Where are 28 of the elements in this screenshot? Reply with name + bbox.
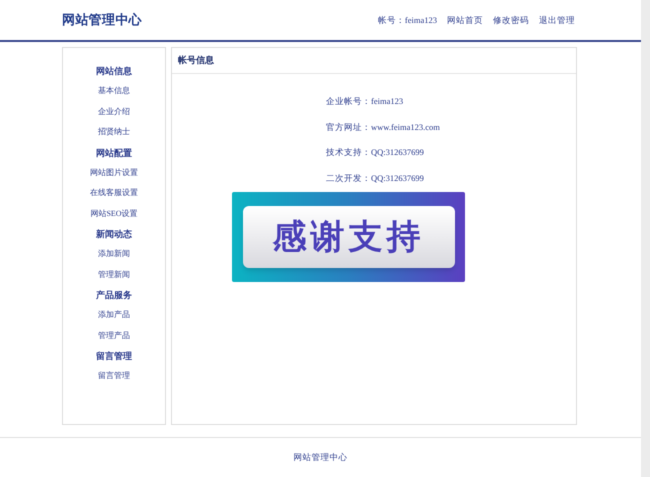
info-line: 官方网址：www.feima123.com [326,120,441,134]
info-line: 企业帐号：feima123 [326,95,404,108]
footer-text: 网站管理中心 [294,451,348,464]
sidebar-heading: 产品服务 [96,289,132,302]
sidebar-heading: 新闻动态 [96,228,132,241]
sidebar-item[interactable]: 留言管理 [98,366,130,386]
sidebar-item[interactable]: 招贤纳士 [98,122,130,142]
site-title: 网站管理中心 [62,11,142,30]
panel-title: 帐号信息 [178,54,214,67]
sidebar-item[interactable]: 网站图片设置 [90,162,138,183]
sidebar-item[interactable]: 管理产品 [98,326,130,346]
banner-text: 感谢支持 [242,206,454,268]
sidebar-item[interactable]: 基本信息 [98,81,130,102]
header-link[interactable]: 修改密码 [493,14,529,26]
sidebar-item[interactable]: 网站SEO设置 [90,204,138,224]
sidebar-item[interactable]: 企业介绍 [98,102,130,122]
sidebar-item[interactable]: 添加产品 [98,305,130,326]
header-link[interactable]: 网站首页 [447,14,483,26]
sidebar-heading: 留言管理 [96,350,132,363]
sidebar-heading: 网站配置 [96,146,132,160]
account-label: 帐号：feima123 [378,14,437,26]
sidebar-item[interactable]: 在线客服设置 [90,183,138,204]
info-line: 技术支持：QQ:312637699 [326,146,425,159]
info-line: 二次开发：QQ:312637699 [326,172,425,184]
sidebar-heading: 网站信息 [96,65,132,78]
sidebar-item[interactable]: 管理新闻 [98,264,130,285]
header-link[interactable]: 退出管理 [539,14,575,26]
sidebar-item[interactable]: 添加新闻 [98,244,130,264]
